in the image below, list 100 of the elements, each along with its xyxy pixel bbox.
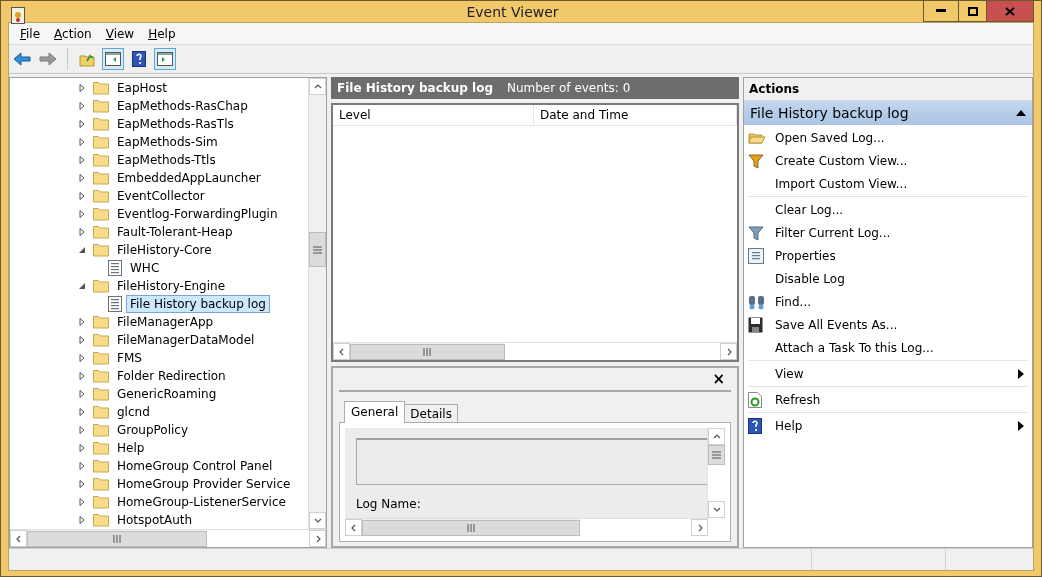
tree-item[interactable]: FileHistory-Core bbox=[113, 241, 216, 259]
grip-icon bbox=[712, 451, 721, 459]
collapsed-arrow-icon[interactable] bbox=[77, 407, 87, 417]
menu-item[interactable]: Help bbox=[141, 26, 183, 41]
collapsed-arrow-icon[interactable] bbox=[77, 353, 87, 363]
collapsed-arrow-icon[interactable] bbox=[77, 497, 87, 507]
tree-item[interactable]: Fault-Tolerant-Heap bbox=[113, 223, 237, 241]
minimize-icon bbox=[936, 9, 946, 13]
expanded-arrow-icon[interactable] bbox=[77, 245, 87, 255]
collapsed-arrow-icon[interactable] bbox=[77, 155, 87, 165]
folder-icon bbox=[93, 333, 109, 347]
command-link[interactable]: Refresh bbox=[775, 392, 1028, 407]
tree-item[interactable]: GenericRoaming bbox=[113, 385, 221, 403]
log-title: File History backup log bbox=[337, 81, 493, 95]
command-link[interactable]: View bbox=[775, 366, 1018, 381]
command-link[interactable]: Import Custom View... bbox=[775, 176, 1028, 191]
column-header[interactable]: Level bbox=[333, 105, 534, 125]
collapsed-arrow-icon[interactable] bbox=[77, 515, 87, 525]
binoculars-icon bbox=[748, 293, 765, 310]
scroll-thumb[interactable] bbox=[362, 519, 580, 536]
app-icon bbox=[11, 7, 25, 24]
tree-item[interactable]: FMS bbox=[113, 349, 146, 367]
tree-item[interactable]: EapMethods-Sim bbox=[113, 133, 222, 151]
collapsed-arrow-icon[interactable] bbox=[77, 461, 87, 471]
close-button[interactable] bbox=[986, 1, 1034, 22]
folder-icon bbox=[93, 477, 109, 491]
collapsed-arrow-icon[interactable] bbox=[77, 335, 87, 345]
folder-icon bbox=[93, 351, 109, 365]
command-link[interactable]: Find... bbox=[775, 294, 1028, 309]
grip-icon bbox=[423, 347, 432, 356]
toolbar-button[interactable] bbox=[154, 48, 176, 70]
command-link[interactable]: Disable Log bbox=[775, 271, 1028, 286]
collapsed-arrow-icon[interactable] bbox=[77, 317, 87, 327]
tree-item[interactable]: HotspotAuth bbox=[113, 511, 197, 529]
collapsed-arrow-icon[interactable] bbox=[77, 371, 87, 381]
collapsed-arrow-icon[interactable] bbox=[77, 443, 87, 453]
close-preview-button[interactable]: × bbox=[712, 370, 731, 388]
tree-item[interactable]: File History backup log bbox=[126, 295, 270, 313]
scroll-thumb[interactable] bbox=[708, 445, 725, 465]
tree-item[interactable]: EapMethods-RasTls bbox=[113, 115, 238, 133]
tree-item[interactable]: FileHistory-Engine bbox=[113, 277, 230, 295]
command-link[interactable]: Help bbox=[775, 418, 1018, 433]
command-link[interactable]: Open Saved Log... bbox=[775, 130, 1028, 145]
expanded-arrow-icon[interactable] bbox=[77, 281, 87, 291]
pane-icon bbox=[157, 52, 173, 66]
pane-icon bbox=[105, 52, 121, 66]
section-header[interactable]: File History backup log bbox=[744, 101, 1032, 125]
tree-item[interactable]: EapMethods-Ttls bbox=[113, 151, 220, 169]
tree-item[interactable]: HomeGroup Control Panel bbox=[113, 457, 277, 475]
column-header[interactable]: Date and Time bbox=[534, 105, 737, 125]
collapsed-arrow-icon[interactable] bbox=[77, 173, 87, 183]
tab[interactable]: General bbox=[344, 401, 406, 423]
tree-item[interactable]: FileManagerApp bbox=[113, 313, 218, 331]
tree-item[interactable]: EapMethods-RasChap bbox=[113, 97, 252, 115]
forward-arrow-icon bbox=[39, 52, 57, 66]
collapsed-arrow-icon[interactable] bbox=[77, 479, 87, 489]
folder-icon bbox=[93, 315, 109, 329]
tree-item[interactable]: GroupPolicy bbox=[113, 421, 193, 439]
tree-item[interactable]: EapHost bbox=[113, 79, 171, 97]
tree-item[interactable]: Eventlog-ForwardingPlugin bbox=[113, 205, 282, 223]
minimize-button[interactable] bbox=[923, 1, 959, 22]
collapsed-arrow-icon[interactable] bbox=[77, 389, 87, 399]
collapsed-arrow-icon[interactable] bbox=[77, 425, 87, 435]
tree-item[interactable]: Folder Redirection bbox=[113, 367, 230, 385]
folder-icon bbox=[93, 405, 109, 419]
tree-item[interactable]: EmbeddedAppLauncher bbox=[113, 169, 265, 187]
menu-item[interactable]: View bbox=[98, 26, 142, 41]
collapsed-arrow-icon[interactable] bbox=[77, 137, 87, 147]
grip-icon bbox=[466, 523, 476, 532]
back-arrow-icon bbox=[13, 52, 31, 66]
scroll-thumb[interactable] bbox=[27, 530, 207, 547]
collapsed-arrow-icon[interactable] bbox=[77, 101, 87, 111]
collapsed-arrow-icon[interactable] bbox=[77, 119, 87, 129]
tree-item[interactable]: FileManagerDataModel bbox=[113, 331, 259, 349]
tab[interactable]: Details bbox=[404, 404, 458, 423]
command-link[interactable]: Clear Log... bbox=[775, 202, 1028, 217]
command-link[interactable]: Properties bbox=[775, 248, 1028, 263]
event-count: Number of events: 0 bbox=[507, 81, 631, 95]
menu-item[interactable]: Action bbox=[47, 26, 99, 41]
menu-item[interactable]: File bbox=[13, 26, 48, 41]
toolbar-button[interactable] bbox=[102, 48, 124, 70]
collapsed-arrow-icon[interactable] bbox=[77, 191, 87, 201]
scroll-thumb[interactable] bbox=[309, 232, 326, 267]
folder-icon bbox=[93, 495, 109, 509]
scroll-thumb[interactable] bbox=[350, 343, 505, 360]
folder-icon bbox=[93, 513, 109, 527]
command-link[interactable]: Attach a Task To this Log... bbox=[775, 340, 1028, 355]
collapsed-arrow-icon[interactable] bbox=[77, 209, 87, 219]
collapsed-arrow-icon[interactable] bbox=[77, 83, 87, 93]
tree-item[interactable]: Help bbox=[113, 439, 149, 457]
tree-item[interactable]: WHC bbox=[126, 259, 164, 277]
collapsed-arrow-icon[interactable] bbox=[77, 227, 87, 237]
command-link[interactable]: Filter Current Log... bbox=[775, 225, 1028, 240]
tree-item[interactable]: glcnd bbox=[113, 403, 154, 421]
tree-item[interactable]: HomeGroup Provider Service bbox=[113, 475, 295, 493]
tree-item[interactable]: EventCollector bbox=[113, 187, 209, 205]
command-link[interactable]: Create Custom View... bbox=[775, 153, 1028, 168]
folder-icon bbox=[93, 441, 109, 455]
tree-item[interactable]: HomeGroup-ListenerService bbox=[113, 493, 290, 511]
command-link[interactable]: Save All Events As... bbox=[775, 317, 1028, 332]
